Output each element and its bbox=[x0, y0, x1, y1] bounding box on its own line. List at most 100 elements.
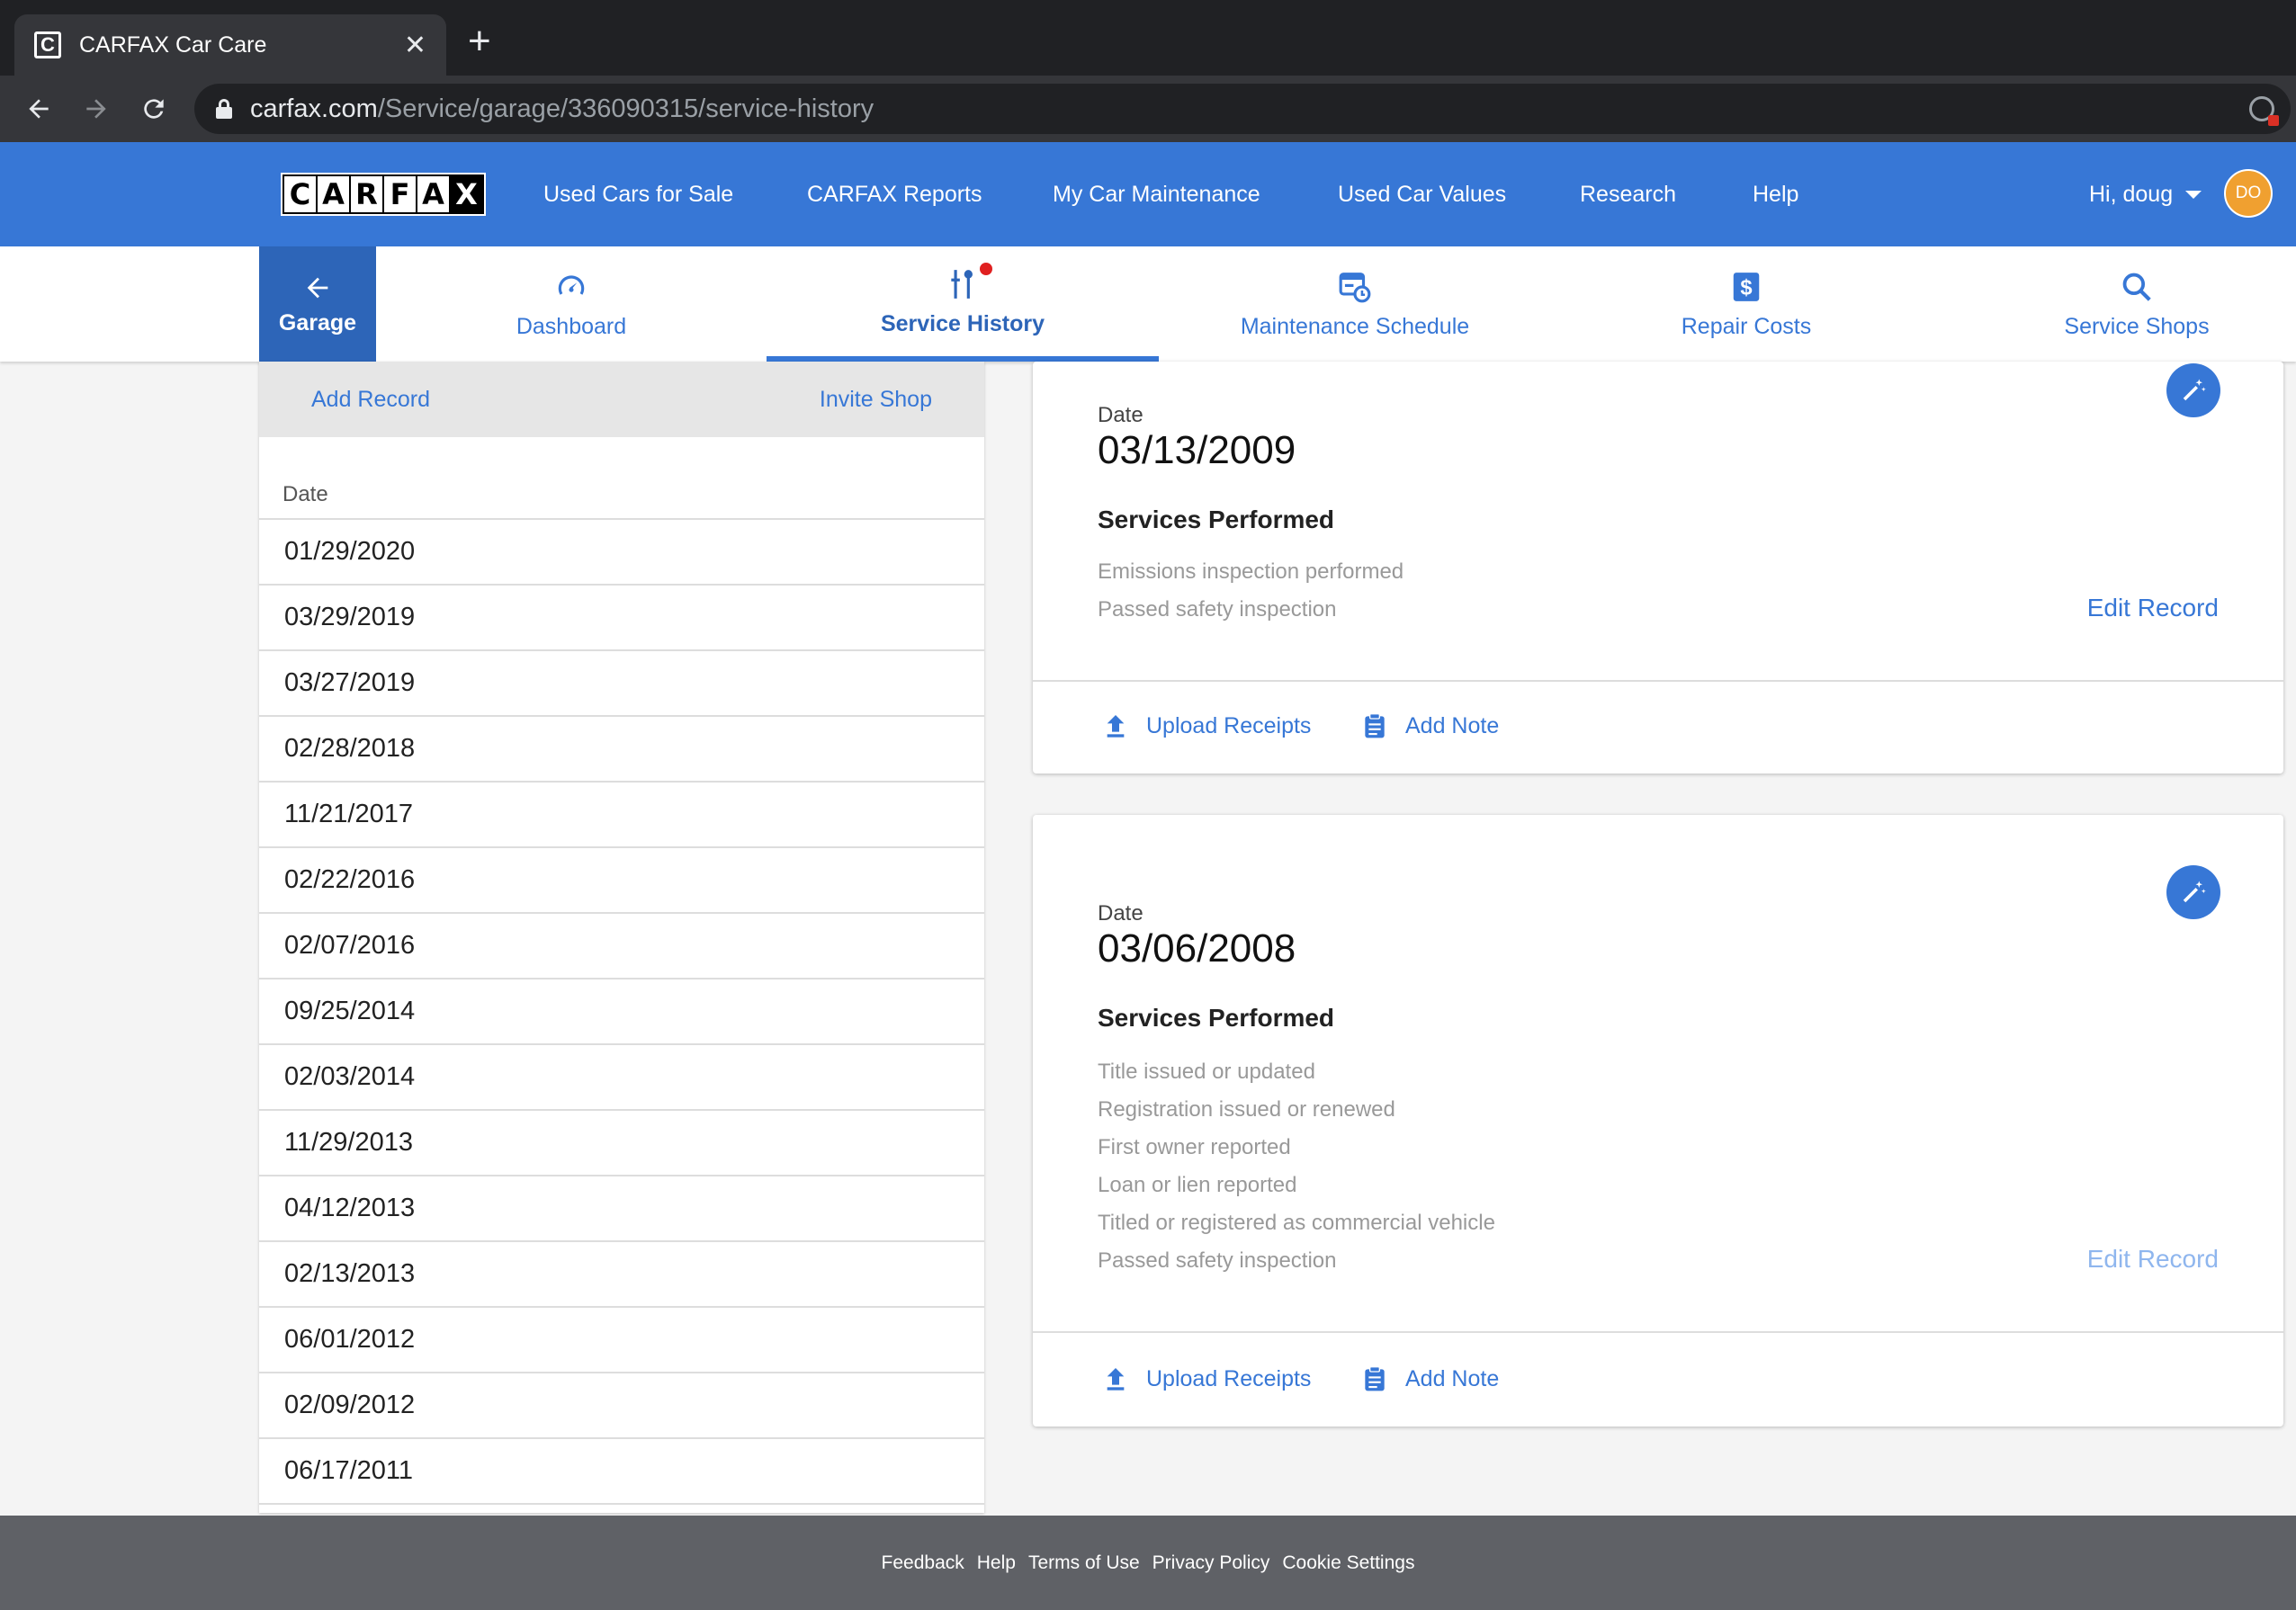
date-row[interactable]: 01/29/2020 bbox=[259, 520, 984, 586]
date-row[interactable]: 11/21/2017 bbox=[259, 783, 984, 848]
service-item: Registration issued or renewed bbox=[1098, 1097, 1395, 1122]
nav-research[interactable]: Research bbox=[1580, 142, 1676, 246]
nav-my-car-maintenance[interactable]: My Car Maintenance bbox=[1053, 142, 1260, 246]
tab-label: Repair Costs bbox=[1681, 313, 1812, 339]
url-host: carfax.com bbox=[250, 94, 378, 123]
service-record-card: Date 03/06/2008 Services Performed Title… bbox=[1033, 815, 2283, 1427]
tab-dashboard[interactable]: Dashboard bbox=[376, 246, 767, 362]
clipboard-icon bbox=[1365, 713, 1385, 738]
browser-tab-bar: C CARFAX Car Care ✕ + bbox=[0, 0, 2296, 76]
sub-navigation: Garage Dashboard Service History Mainten… bbox=[0, 246, 2296, 362]
carfax-logo[interactable]: C A R F A X bbox=[281, 173, 486, 216]
divider bbox=[1033, 680, 2283, 682]
magic-wand-icon[interactable] bbox=[2166, 865, 2220, 919]
upload-receipts-button[interactable]: Upload Receipts bbox=[1101, 1364, 1311, 1394]
nav-used-car-values[interactable]: Used Car Values bbox=[1338, 142, 1506, 246]
add-note-label: Add Note bbox=[1405, 712, 1500, 738]
address-bar[interactable]: carfax.com/Service/garage/336090315/serv… bbox=[194, 84, 2291, 134]
service-item: Title issued or updated bbox=[1098, 1060, 1315, 1084]
service-item: Emissions inspection performed bbox=[1098, 559, 1404, 584]
user-menu[interactable]: Hi, doug bbox=[2089, 142, 2202, 246]
avatar[interactable]: DO bbox=[2224, 169, 2273, 218]
carfax-favicon-icon: C bbox=[34, 31, 61, 58]
tab-service-shops[interactable]: Service Shops bbox=[1942, 246, 2296, 362]
date-row[interactable]: 02/09/2012 bbox=[259, 1373, 984, 1439]
date-label: Date bbox=[1098, 901, 1144, 926]
upload-icon bbox=[1107, 715, 1125, 738]
location-blocked-icon[interactable] bbox=[2249, 96, 2279, 126]
services-performed-title: Services Performed bbox=[1098, 1004, 1335, 1032]
tab-repair-costs[interactable]: $ Repair Costs bbox=[1551, 246, 1942, 362]
upload-receipts-label: Upload Receipts bbox=[1146, 1365, 1312, 1391]
close-tab-icon[interactable]: ✕ bbox=[404, 30, 426, 61]
date-row[interactable]: 03/27/2019 bbox=[259, 651, 984, 717]
record-date: 03/06/2008 bbox=[1098, 926, 1296, 970]
services-performed-title: Services Performed bbox=[1098, 505, 1335, 533]
nav-carfax-reports[interactable]: CARFAX Reports bbox=[807, 142, 982, 246]
add-note-button[interactable]: Add Note bbox=[1360, 709, 1499, 743]
tab-maintenance-schedule[interactable]: Maintenance Schedule bbox=[1159, 246, 1551, 362]
add-note-button[interactable]: Add Note bbox=[1360, 1362, 1499, 1396]
logo-letter: A bbox=[318, 176, 349, 212]
garage-button[interactable]: Garage bbox=[259, 246, 376, 362]
date-label: Date bbox=[1098, 403, 1144, 427]
footer-help-link[interactable]: Help bbox=[977, 1552, 1016, 1574]
browser-toolbar: carfax.com/Service/garage/336090315/serv… bbox=[0, 76, 2296, 142]
tab-label: Service Shops bbox=[2064, 313, 2210, 339]
clipboard-icon bbox=[1365, 1366, 1385, 1391]
date-column-header: Date bbox=[259, 437, 984, 520]
magic-wand-icon[interactable] bbox=[2166, 363, 2220, 417]
service-item: First owner reported bbox=[1098, 1135, 1291, 1159]
notification-dot bbox=[980, 262, 992, 275]
date-row[interactable]: 06/17/2011 bbox=[259, 1439, 984, 1505]
footer-terms-link[interactable]: Terms of Use bbox=[1028, 1552, 1140, 1574]
date-row[interactable]: 02/28/2018 bbox=[259, 717, 984, 783]
upload-receipts-label: Upload Receipts bbox=[1146, 712, 1312, 738]
tab-label: Dashboard bbox=[516, 313, 627, 339]
user-greeting: Hi, doug bbox=[2089, 181, 2174, 207]
service-item: Passed safety inspection bbox=[1098, 1248, 1337, 1273]
upload-receipts-button[interactable]: Upload Receipts bbox=[1101, 711, 1311, 741]
nav-used-cars[interactable]: Used Cars for Sale bbox=[543, 142, 733, 246]
record-date: 03/13/2009 bbox=[1098, 428, 1296, 472]
speedometer-icon bbox=[554, 269, 588, 305]
edit-record-link[interactable]: Edit Record bbox=[2087, 1245, 2219, 1274]
back-arrow-icon[interactable] bbox=[16, 86, 61, 131]
svg-text:$: $ bbox=[1740, 275, 1752, 300]
logo-letter: C bbox=[284, 176, 316, 212]
reload-icon[interactable] bbox=[131, 86, 176, 131]
date-row[interactable]: 04/12/2013 bbox=[259, 1176, 984, 1242]
add-record-link[interactable]: Add Record bbox=[311, 387, 430, 413]
new-tab-icon[interactable]: + bbox=[468, 22, 491, 61]
nav-help[interactable]: Help bbox=[1753, 142, 1798, 246]
edit-record-link[interactable]: Edit Record bbox=[2087, 594, 2219, 622]
footer-privacy-link[interactable]: Privacy Policy bbox=[1152, 1552, 1270, 1574]
date-row[interactable]: 02/22/2016 bbox=[259, 848, 984, 914]
forward-arrow-icon[interactable] bbox=[74, 86, 119, 131]
service-record-card: Date 03/13/2009 Services Performed Emiss… bbox=[1033, 362, 2283, 774]
tab-label: Maintenance Schedule bbox=[1240, 313, 1470, 339]
garage-label: Garage bbox=[278, 309, 357, 335]
footer-feedback-link[interactable]: Feedback bbox=[882, 1552, 964, 1574]
date-row[interactable]: 06/01/2012 bbox=[259, 1308, 984, 1373]
date-row[interactable]: 11/29/2013 bbox=[259, 1111, 984, 1176]
logo-letter: X bbox=[451, 176, 482, 212]
date-row[interactable]: 09/25/2014 bbox=[259, 979, 984, 1045]
invite-shop-link[interactable]: Invite Shop bbox=[820, 387, 932, 413]
lock-icon bbox=[216, 99, 232, 119]
tab-service-history[interactable]: Service History bbox=[767, 246, 1159, 362]
date-row[interactable]: 02/07/2016 bbox=[259, 914, 984, 979]
tools-icon bbox=[946, 262, 992, 302]
calendar-clock-icon bbox=[1338, 269, 1372, 305]
logo-letter: A bbox=[417, 176, 449, 212]
browser-tab[interactable]: C CARFAX Car Care ✕ bbox=[14, 14, 446, 76]
footer-cookie-settings-link[interactable]: Cookie Settings bbox=[1282, 1552, 1414, 1574]
record-date-list: Add Record Invite Shop Date 01/29/2020 0… bbox=[259, 362, 984, 1513]
date-row[interactable]: 02/13/2013 bbox=[259, 1242, 984, 1308]
date-row[interactable]: 02/03/2014 bbox=[259, 1045, 984, 1111]
service-item: Passed safety inspection bbox=[1098, 597, 1337, 622]
caret-down-icon bbox=[2185, 190, 2202, 199]
site-header: C A R F A X Used Cars for Sale CARFAX Re… bbox=[0, 142, 2296, 246]
date-row[interactable]: 03/29/2019 bbox=[259, 586, 984, 651]
logo-letter: R bbox=[351, 176, 382, 212]
